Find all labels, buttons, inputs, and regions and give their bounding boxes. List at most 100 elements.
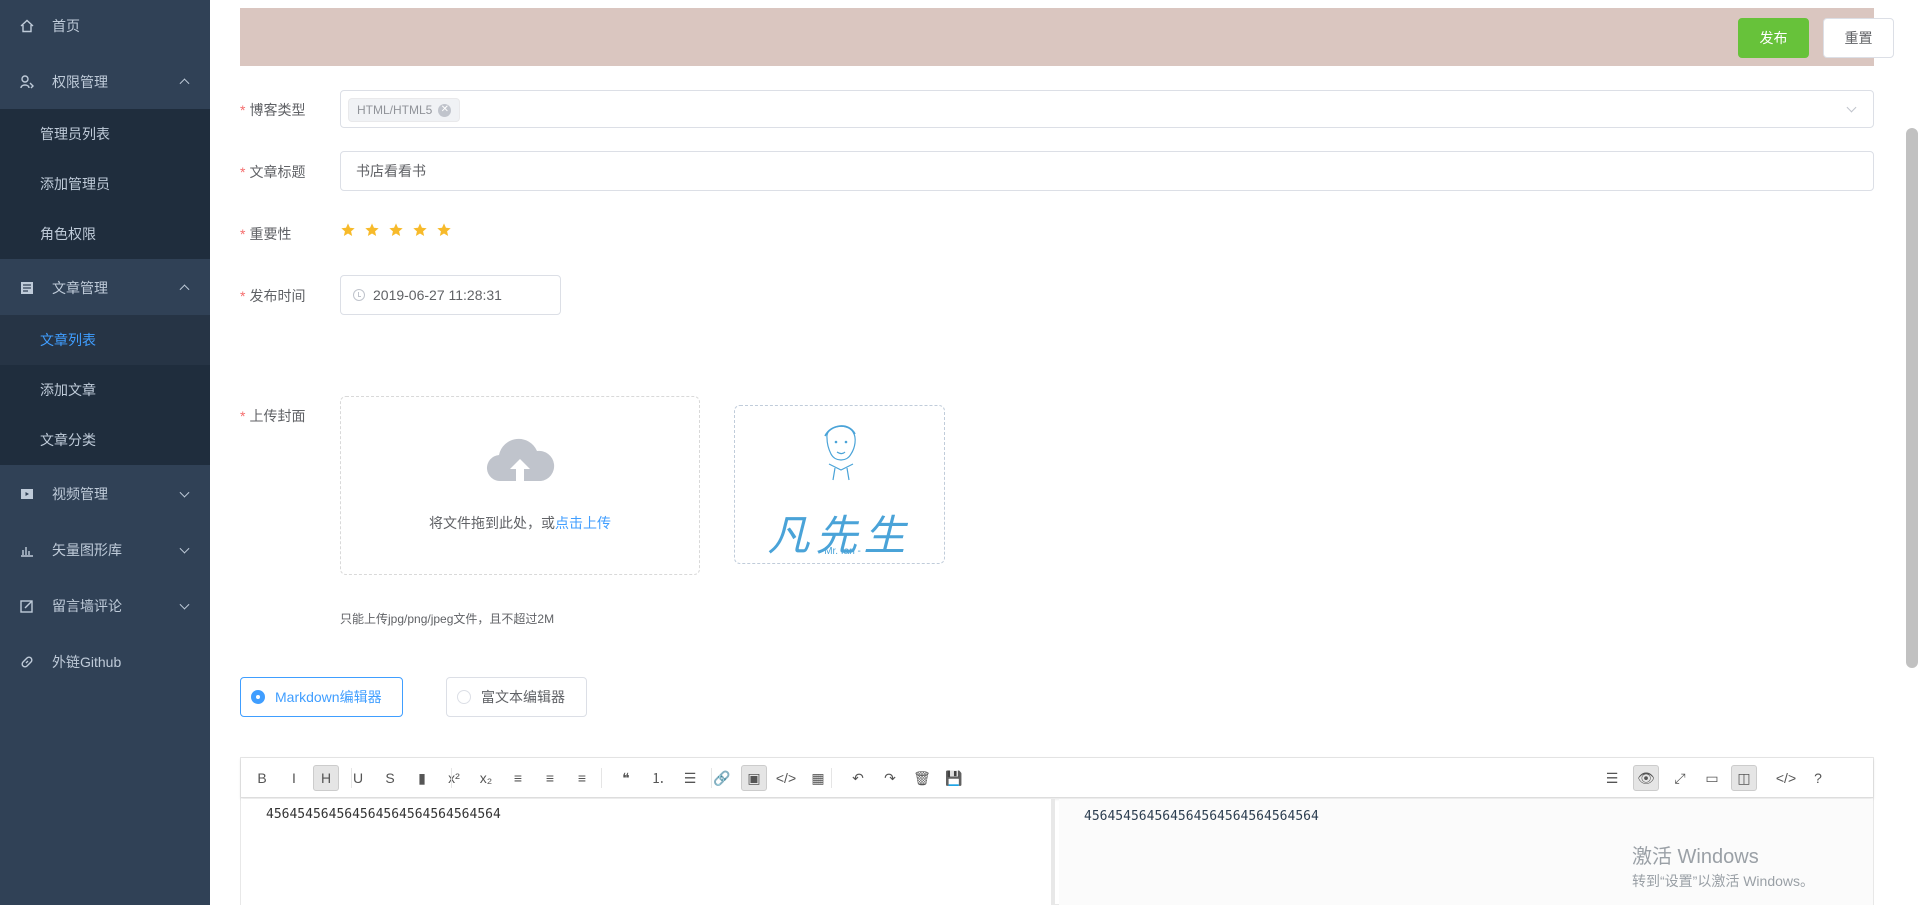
sidebar-item-admin-list[interactable]: 管理员列表 [0, 109, 210, 159]
toolbar-divider [451, 768, 452, 788]
chevron-down-icon [179, 543, 190, 554]
toolbar-divider [831, 768, 832, 788]
dropzone-text: 将文件拖到此处，或点击上传 [429, 515, 611, 531]
align-right-icon[interactable]: ≡ [569, 765, 595, 791]
sidebar-item-video[interactable]: 视频管理 [0, 469, 210, 519]
superscript-icon[interactable]: x² [441, 765, 467, 791]
preview-logo-subtitle: - Mr. fan - [818, 546, 861, 557]
star-icon[interactable] [364, 222, 380, 238]
toolbar-divider [351, 768, 352, 788]
click-upload-link[interactable]: 点击上传 [555, 515, 611, 531]
radio-label: Markdown编辑器 [275, 689, 382, 705]
article-icon [20, 281, 34, 295]
save-icon[interactable]: 💾 [941, 765, 967, 791]
publish-button[interactable]: 发布 [1738, 18, 1809, 58]
article-title-input[interactable]: 书店看看书 [340, 151, 1874, 191]
toolbar-divider [601, 768, 602, 788]
edit-icon [20, 599, 34, 613]
sidebar-item-label: 添加管理员 [40, 176, 110, 192]
sidebar-item-github[interactable]: 外链Github [0, 637, 210, 687]
code-icon[interactable]: </> [773, 765, 799, 791]
align-center-icon[interactable]: ≡ [537, 765, 563, 791]
chevron-down-icon [1846, 102, 1857, 113]
sidebar: 首页 权限管理 管理员列表 添加管理员 角色权限 文章管理 文章列表 添加文章 … [0, 0, 210, 905]
toolbar-divider [711, 768, 712, 788]
help-icon[interactable]: ? [1805, 765, 1831, 791]
heading-icon[interactable]: H [313, 765, 339, 791]
chevron-down-icon [179, 487, 190, 498]
ordered-list-icon[interactable]: ⒈ [645, 765, 671, 791]
subscript-icon[interactable]: x₂ [473, 765, 499, 791]
sidebar-item-article[interactable]: 文章管理 [0, 263, 210, 313]
reset-button[interactable]: 重置 [1823, 18, 1894, 58]
video-icon [20, 487, 34, 501]
editor-content: 456454564564564564564564564564 [266, 807, 501, 822]
sidebar-item-role-permission[interactable]: 角色权限 [0, 209, 210, 259]
upload-cloud-icon [486, 438, 555, 482]
star-icon[interactable] [436, 222, 452, 238]
window-icon[interactable]: ▭ [1699, 765, 1725, 791]
importance-rating[interactable] [340, 222, 460, 238]
italic-icon[interactable]: I [281, 765, 307, 791]
star-icon[interactable] [412, 222, 428, 238]
bookmark-icon[interactable]: ▮ [409, 765, 435, 791]
editor-toolbar: B I H U S ▮ x² x₂ ≡ ≡ ≡ ❝ ⒈ ☰ 🔗 ▣ </> ▦ ↶ ↷ 🗑 💾 ☰ 👁 ⤢ ▭ ◫ </>? [241, 758, 1873, 798]
publish-time-picker[interactable]: 2019-06-27 11:28:31 [340, 275, 561, 315]
sidebar-item-label: 管理员列表 [40, 126, 110, 142]
clock-icon [353, 289, 365, 301]
chevron-up-icon [179, 284, 190, 295]
markdown-editor-radio[interactable]: Markdown编辑器 [240, 677, 403, 717]
tag-label: HTML/HTML5 [357, 103, 433, 117]
sidebar-item-label: 视频管理 [52, 486, 108, 502]
page-scrollbar[interactable] [1906, 128, 1918, 668]
chevron-down-icon [179, 599, 190, 610]
preview-content: 456454564564564564564564564564 [1084, 809, 1319, 824]
radio-checked-icon [251, 690, 265, 704]
portrait-sketch-icon [824, 425, 856, 481]
sidebar-item-label: 首页 [52, 18, 80, 34]
fullscreen-icon[interactable]: ⤢ [1667, 765, 1693, 791]
sidebar-item-label: 外链Github [52, 654, 122, 670]
blog-type-tag: HTML/HTML5 ✕ [348, 98, 461, 122]
table-icon[interactable]: ▦ [805, 765, 831, 791]
strikethrough-icon[interactable]: S [377, 765, 403, 791]
star-icon[interactable] [388, 222, 404, 238]
undo-icon[interactable]: ↶ [845, 765, 871, 791]
cover-dropzone[interactable]: 将文件拖到此处，或点击上传 [340, 396, 700, 575]
sidebar-item-message-wall[interactable]: 留言墙评论 [0, 581, 210, 631]
blog-type-select[interactable]: HTML/HTML5 ✕ [340, 90, 1874, 128]
align-left-icon[interactable]: ≡ [505, 765, 531, 791]
permission-icon [20, 75, 34, 89]
app: 首页 权限管理 管理员列表 添加管理员 角色权限 文章管理 文章列表 添加文章 … [0, 0, 1918, 905]
link-icon[interactable]: 🔗 [709, 765, 735, 791]
sidebar-item-label: 留言墙评论 [52, 598, 122, 614]
tag-close-icon[interactable]: ✕ [438, 103, 452, 117]
editor-input-pane[interactable]: 456454564564564564564564564564 [241, 799, 1055, 905]
image-icon[interactable]: ▣ [741, 765, 767, 791]
cover-preview[interactable]: 凡先生 - Mr. fan - [734, 405, 945, 564]
html-code-icon[interactable]: </> [1773, 765, 1799, 791]
star-icon[interactable] [340, 222, 356, 238]
sidebar-item-add-admin[interactable]: 添加管理员 [0, 159, 210, 209]
sidebar-item-permission[interactable]: 权限管理 [0, 57, 210, 107]
underline-icon[interactable]: U [345, 765, 371, 791]
unordered-list-icon[interactable]: ☰ [677, 765, 703, 791]
sidebar-item-home[interactable]: 首页 [0, 1, 210, 51]
redo-icon[interactable]: ↷ [877, 765, 903, 791]
preview-toggle-icon[interactable]: 👁 [1633, 765, 1659, 791]
sidebar-item-add-article[interactable]: 添加文章 [0, 365, 210, 415]
quote-icon[interactable]: ❝ [613, 765, 639, 791]
split-view-icon[interactable]: ◫ [1731, 765, 1757, 791]
trash-icon[interactable]: 🗑 [909, 765, 935, 791]
sidebar-item-vector-library[interactable]: 矢量图形库 [0, 525, 210, 575]
rich-text-editor-radio[interactable]: 富文本编辑器 [446, 677, 587, 717]
radio-unchecked-icon [457, 690, 471, 704]
navigation-icon[interactable]: ☰ [1599, 765, 1625, 791]
watermark-line2: 转到“设置”以激活 Windows。 [1632, 873, 1815, 889]
chart-icon [20, 543, 34, 557]
sidebar-item-article-list[interactable]: 文章列表 [0, 315, 210, 365]
markdown-editor: B I H U S ▮ x² x₂ ≡ ≡ ≡ ❝ ⒈ ☰ 🔗 ▣ </> ▦ ↶ ↷ 🗑 💾 ☰ 👁 ⤢ ▭ ◫ </>? 4564… [240, 757, 1874, 905]
sidebar-item-article-category[interactable]: 文章分类 [0, 415, 210, 465]
publish-time-label: * 发布时间 [240, 288, 306, 304]
bold-icon[interactable]: B [249, 765, 275, 791]
